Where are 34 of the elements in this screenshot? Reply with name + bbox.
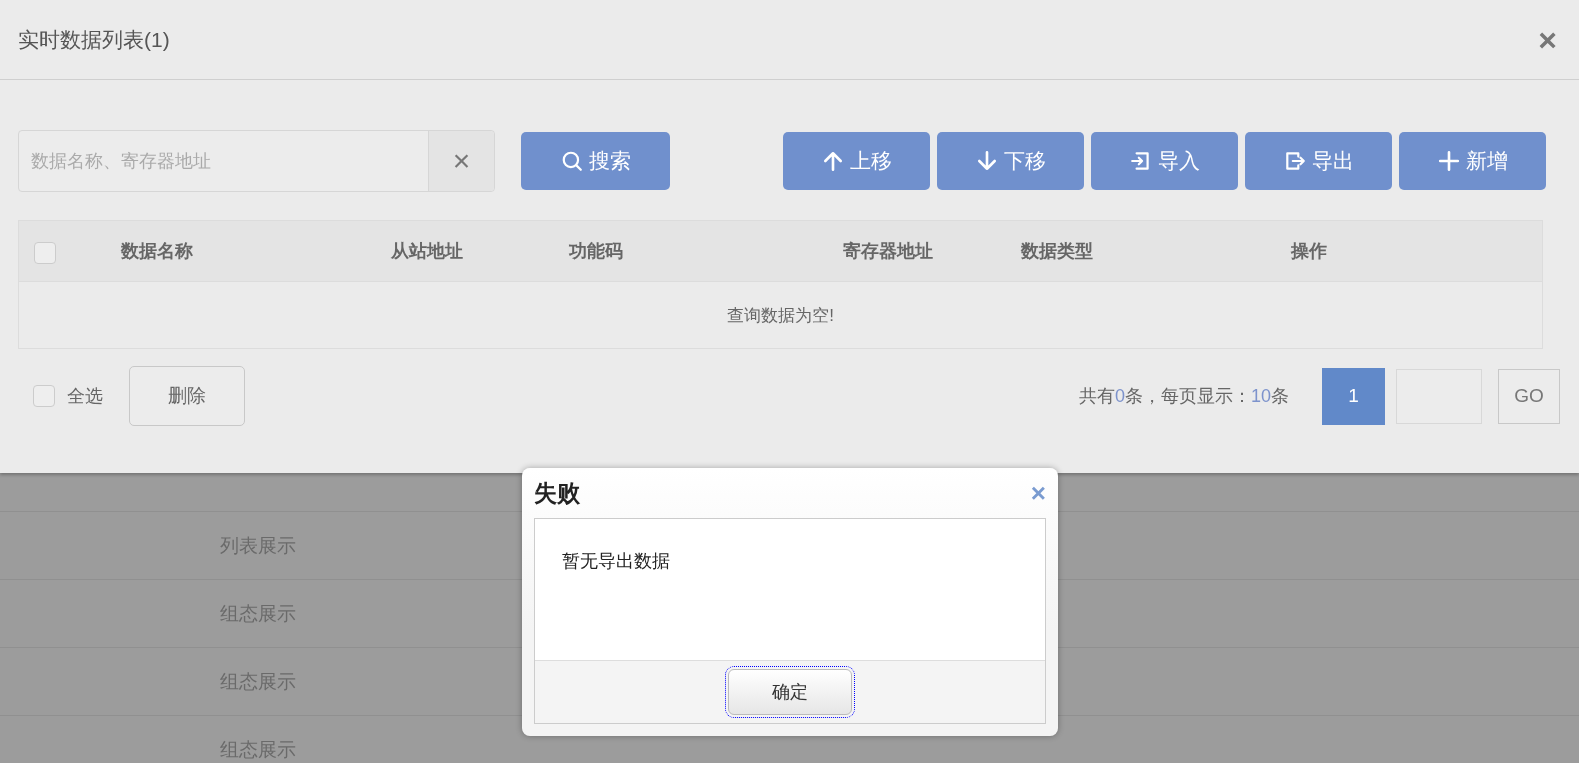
pagination-summary: 共有0条，每页显示：10条 bbox=[1078, 385, 1289, 408]
dialog-message: 暂无导出数据 bbox=[562, 551, 670, 571]
go-button[interactable]: GO bbox=[1498, 368, 1560, 424]
panel-title: 实时数据列表(1) bbox=[18, 26, 170, 53]
search-button[interactable]: 搜索 bbox=[521, 132, 670, 190]
column-header: 功能码 bbox=[569, 240, 623, 263]
arrow-down-icon bbox=[975, 150, 998, 172]
search-icon bbox=[560, 150, 583, 172]
column-header: 操作 bbox=[1291, 240, 1327, 263]
ok-button[interactable]: 确定 bbox=[728, 669, 852, 715]
close-button[interactable]: × bbox=[1538, 23, 1557, 56]
header-checkbox[interactable] bbox=[34, 242, 56, 264]
dialog-title: 失败 bbox=[534, 478, 580, 508]
dialog-close-button[interactable]: × bbox=[1030, 480, 1046, 506]
delete-button[interactable]: 删除 bbox=[129, 366, 245, 426]
select-all-label: 全选 bbox=[67, 385, 103, 408]
column-header: 数据类型 bbox=[1021, 240, 1093, 263]
select-all-checkbox[interactable] bbox=[33, 385, 55, 407]
arrow-up-icon bbox=[821, 150, 844, 172]
import-icon bbox=[1129, 150, 1152, 172]
column-header: 寄存器地址 bbox=[843, 240, 933, 263]
add-button[interactable]: 新增 bbox=[1399, 132, 1546, 190]
down-button[interactable]: 下移 bbox=[937, 132, 1084, 190]
clear-button[interactable]: × bbox=[428, 131, 494, 191]
column-header: 从站地址 bbox=[391, 240, 463, 263]
up-button[interactable]: 上移 bbox=[783, 132, 930, 190]
search-field[interactable]: 数据名称、寄存器地址 × bbox=[18, 130, 495, 192]
export-button[interactable]: 导出 bbox=[1245, 132, 1392, 190]
plus-icon bbox=[1437, 150, 1460, 172]
empty-message: 查询数据为空! bbox=[727, 304, 834, 327]
page-button[interactable]: 1 bbox=[1322, 367, 1385, 425]
column-header: 数据名称 bbox=[121, 240, 193, 263]
import-button[interactable]: 导入 bbox=[1091, 132, 1238, 190]
export-icon bbox=[1283, 150, 1306, 172]
